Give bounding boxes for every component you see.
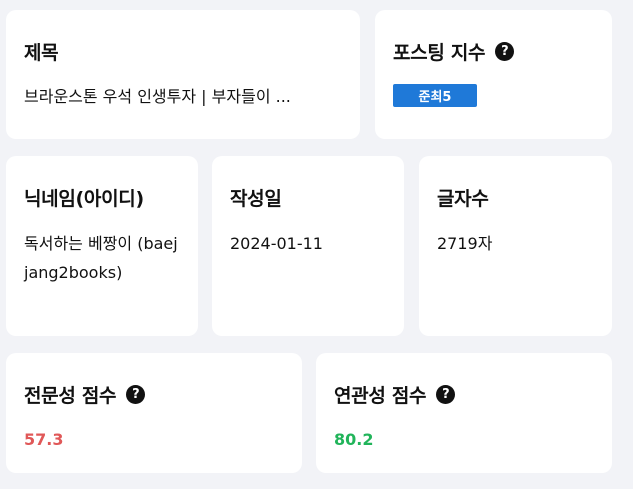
posting-index-card: 포스팅 지수 ? 준최5 bbox=[375, 10, 612, 139]
char-count-value: 2719자 bbox=[437, 234, 493, 253]
posting-index-title: 포스팅 지수 ? bbox=[393, 38, 594, 65]
nickname-card: 닉네임(아이디) 독서하는 베짱이 (baejjang2books) bbox=[6, 156, 198, 336]
relevance-label: 연관성 점수 bbox=[334, 385, 427, 407]
char-count-label: 글자수 bbox=[437, 188, 489, 210]
char-count-card: 글자수 2719자 bbox=[419, 156, 612, 336]
date-value: 2024-01-11 bbox=[230, 234, 323, 253]
date-label: 작성일 bbox=[230, 188, 282, 210]
help-icon[interactable]: ? bbox=[126, 385, 146, 404]
expertise-label: 전문성 점수 bbox=[24, 385, 117, 407]
title-value: 브라운스톤 우석 인생투자 | 부자들이 ... bbox=[24, 87, 291, 106]
relevance-title: 연관성 점수 ? bbox=[334, 381, 594, 408]
date-card: 작성일 2024-01-11 bbox=[212, 156, 404, 336]
help-icon[interactable]: ? bbox=[495, 42, 515, 61]
nickname-label: 닉네임(아이디) bbox=[24, 188, 144, 210]
relevance-card: 연관성 점수 ? 80.2 bbox=[316, 353, 612, 473]
posting-index-badge-wrap: 준최5 bbox=[393, 84, 594, 107]
posting-index-label: 포스팅 지수 bbox=[393, 42, 486, 64]
relevance-score: 80.2 bbox=[334, 430, 374, 449]
expertise-title: 전문성 점수 ? bbox=[24, 381, 284, 408]
posting-index-badge: 준최5 bbox=[393, 84, 477, 107]
expertise-score: 57.3 bbox=[24, 430, 64, 449]
title-card: 제목 브라운스톤 우석 인생투자 | 부자들이 ... bbox=[6, 10, 360, 139]
expertise-card: 전문성 점수 ? 57.3 bbox=[6, 353, 302, 473]
title-label: 제목 bbox=[24, 42, 59, 64]
help-icon[interactable]: ? bbox=[436, 385, 456, 404]
nickname-value: 독서하는 베짱이 (baejjang2books) bbox=[24, 234, 178, 282]
